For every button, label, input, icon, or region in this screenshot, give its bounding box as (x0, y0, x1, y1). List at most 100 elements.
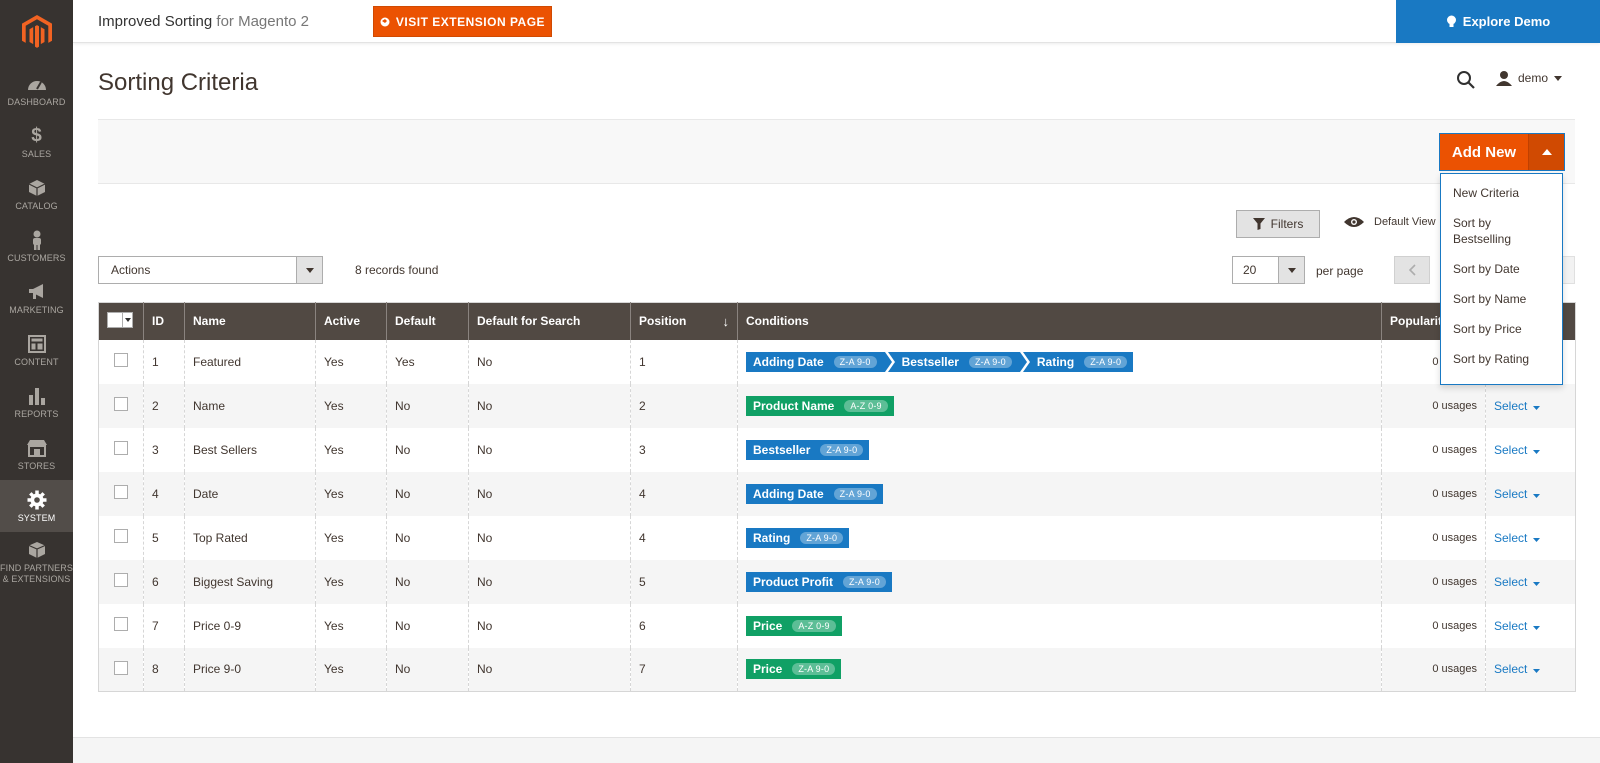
sidebar-item-customers[interactable]: CUSTOMERS (0, 220, 73, 272)
chevron-down-icon (1533, 443, 1541, 457)
condition-order-badge: Z-A 9-0 (833, 355, 877, 368)
sidebar-item-find-partners-extensions[interactable]: FIND PARTNERS & EXTENSIONS (0, 532, 73, 592)
filters-button[interactable]: Filters (1236, 210, 1320, 238)
cell-name: Biggest Saving (184, 559, 316, 604)
cell-default: No (386, 603, 469, 648)
sidebar-item-label: CATALOG (15, 200, 58, 211)
column-header-position[interactable]: Position ↓ (630, 302, 738, 340)
page-actions-bar (98, 119, 1575, 184)
cell-id: 1 (143, 339, 185, 384)
previous-page-button[interactable] (1394, 256, 1430, 284)
cell-position: 3 (630, 427, 738, 472)
cell-position: 1 (630, 339, 738, 384)
condition-label: Product Profit (753, 574, 833, 589)
row-checkbox[interactable] (114, 441, 128, 455)
magento-logo[interactable] (0, 0, 73, 64)
condition-tag: Adding Date Z-A 9-0 (746, 351, 892, 372)
chevron-down-icon (1533, 487, 1541, 501)
row-select-action[interactable]: Select (1494, 531, 1541, 545)
sidebar-item-content[interactable]: CONTENT (0, 324, 73, 376)
row-select-action[interactable]: Select (1494, 487, 1541, 501)
sidebar-item-reports[interactable]: REPORTS (0, 376, 73, 428)
column-header-id[interactable]: ID (143, 302, 185, 340)
condition-label: Price (753, 662, 783, 677)
column-header-conditions[interactable]: Conditions (737, 302, 1382, 340)
chevron-down-icon (1533, 399, 1541, 413)
mass-select-control[interactable] (107, 312, 133, 329)
cell-active: Yes (315, 427, 387, 472)
add-new-menu-item[interactable]: Sort by Date (1441, 254, 1562, 284)
sidebar-item-sales[interactable]: $ SALES (0, 116, 73, 168)
column-header-default[interactable]: Default (386, 302, 469, 340)
add-new-menu-item[interactable]: Sort by Bestselling (1441, 208, 1562, 254)
sidebar-item-system[interactable]: SYSTEM (0, 480, 73, 532)
row-checkbox[interactable] (114, 397, 128, 411)
row-checkbox[interactable] (114, 617, 128, 631)
per-page-label: per page (1316, 264, 1364, 278)
explore-demo-button[interactable]: Explore Demo (1396, 0, 1600, 43)
row-select-cell (98, 603, 144, 648)
sidebar-item-stores[interactable]: STORES (0, 428, 73, 480)
bar-chart-icon (28, 385, 46, 407)
add-new-menu-item[interactable]: Sort by Rating (1441, 344, 1562, 374)
sidebar-item-label: FIND PARTNERS & EXTENSIONS (0, 563, 73, 584)
row-select-action[interactable]: Select (1494, 443, 1541, 457)
view-switcher[interactable]: Default View (1344, 216, 1436, 228)
visit-extension-button[interactable]: VISIT EXTENSION PAGE (373, 6, 552, 37)
condition-order-badge: Z-A 9-0 (1084, 355, 1128, 368)
condition-order-badge: Z-A 9-0 (792, 663, 836, 676)
row-checkbox[interactable] (114, 529, 128, 543)
row-select-action[interactable]: Select (1494, 619, 1541, 633)
cell-id: 7 (143, 603, 185, 648)
cell-popularity: 0 usages (1381, 603, 1486, 648)
condition-label: Bestseller (901, 354, 959, 369)
globe-icon (380, 17, 390, 26)
per-page-select[interactable]: 20 (1232, 256, 1305, 284)
condition-tag: Bestseller Z-A 9-0 (887, 351, 1028, 372)
column-header-active[interactable]: Active (315, 302, 387, 340)
mass-actions-dropdown[interactable]: Actions (98, 256, 323, 284)
add-new-menu-item[interactable]: Sort by Name (1441, 284, 1562, 314)
table-row: 6 Biggest Saving Yes No No 5 Product Profit Z-A… (98, 559, 1576, 604)
records-count: 8 records found (355, 263, 439, 277)
search-icon[interactable] (1456, 70, 1476, 95)
add-new-button[interactable]: Add New (1440, 134, 1528, 170)
sidebar-item-catalog[interactable]: CATALOG (0, 168, 73, 220)
table-row: 7 Price 0-9 Yes No No 6 Price A-Z 0-9 0 usages Se… (98, 603, 1576, 648)
sidebar-item-dashboard[interactable]: DASHBOARD (0, 64, 73, 116)
chevron-down-icon (1533, 619, 1541, 633)
row-select-cell (98, 339, 144, 384)
chevron-up-icon (1541, 149, 1552, 155)
add-new-menu-item[interactable]: Sort by Price (1441, 314, 1562, 344)
mass-select-header[interactable] (98, 302, 144, 340)
row-select-cell (98, 383, 144, 428)
username: demo (1518, 71, 1549, 85)
cell-active: Yes (315, 559, 387, 604)
column-header-default-search[interactable]: Default for Search (468, 302, 631, 340)
chevron-down-icon (1278, 257, 1304, 283)
row-checkbox[interactable] (114, 353, 128, 367)
person-icon (30, 229, 44, 251)
row-select-action[interactable]: Select (1494, 662, 1541, 676)
user-account-menu[interactable]: demo (1496, 70, 1563, 86)
eye-icon (1344, 217, 1364, 227)
row-checkbox[interactable] (114, 485, 128, 499)
cell-default-search: No (468, 559, 631, 604)
add-new-toggle[interactable] (1528, 134, 1564, 170)
sidebar-item-marketing[interactable]: MARKETING (0, 272, 73, 324)
cell-actions: Select (1485, 603, 1576, 648)
cell-default: No (386, 427, 469, 472)
row-select-action[interactable]: Select (1494, 575, 1541, 589)
dollar-icon: $ (31, 124, 42, 146)
cell-actions: Select (1485, 427, 1576, 472)
condition-label: Adding Date (753, 486, 824, 501)
table-row: 2 Name Yes No No 2 Product Name A-Z 0-9 0 usages… (98, 383, 1576, 428)
row-checkbox[interactable] (114, 660, 128, 675)
row-checkbox[interactable] (114, 573, 128, 587)
cell-default-search: No (468, 515, 631, 560)
column-header-name[interactable]: Name (184, 302, 316, 340)
row-select-action[interactable]: Select (1494, 399, 1541, 413)
cell-actions: Select (1485, 383, 1576, 428)
row-select-cell (98, 427, 144, 472)
add-new-menu-item[interactable]: New Criteria (1441, 178, 1562, 208)
